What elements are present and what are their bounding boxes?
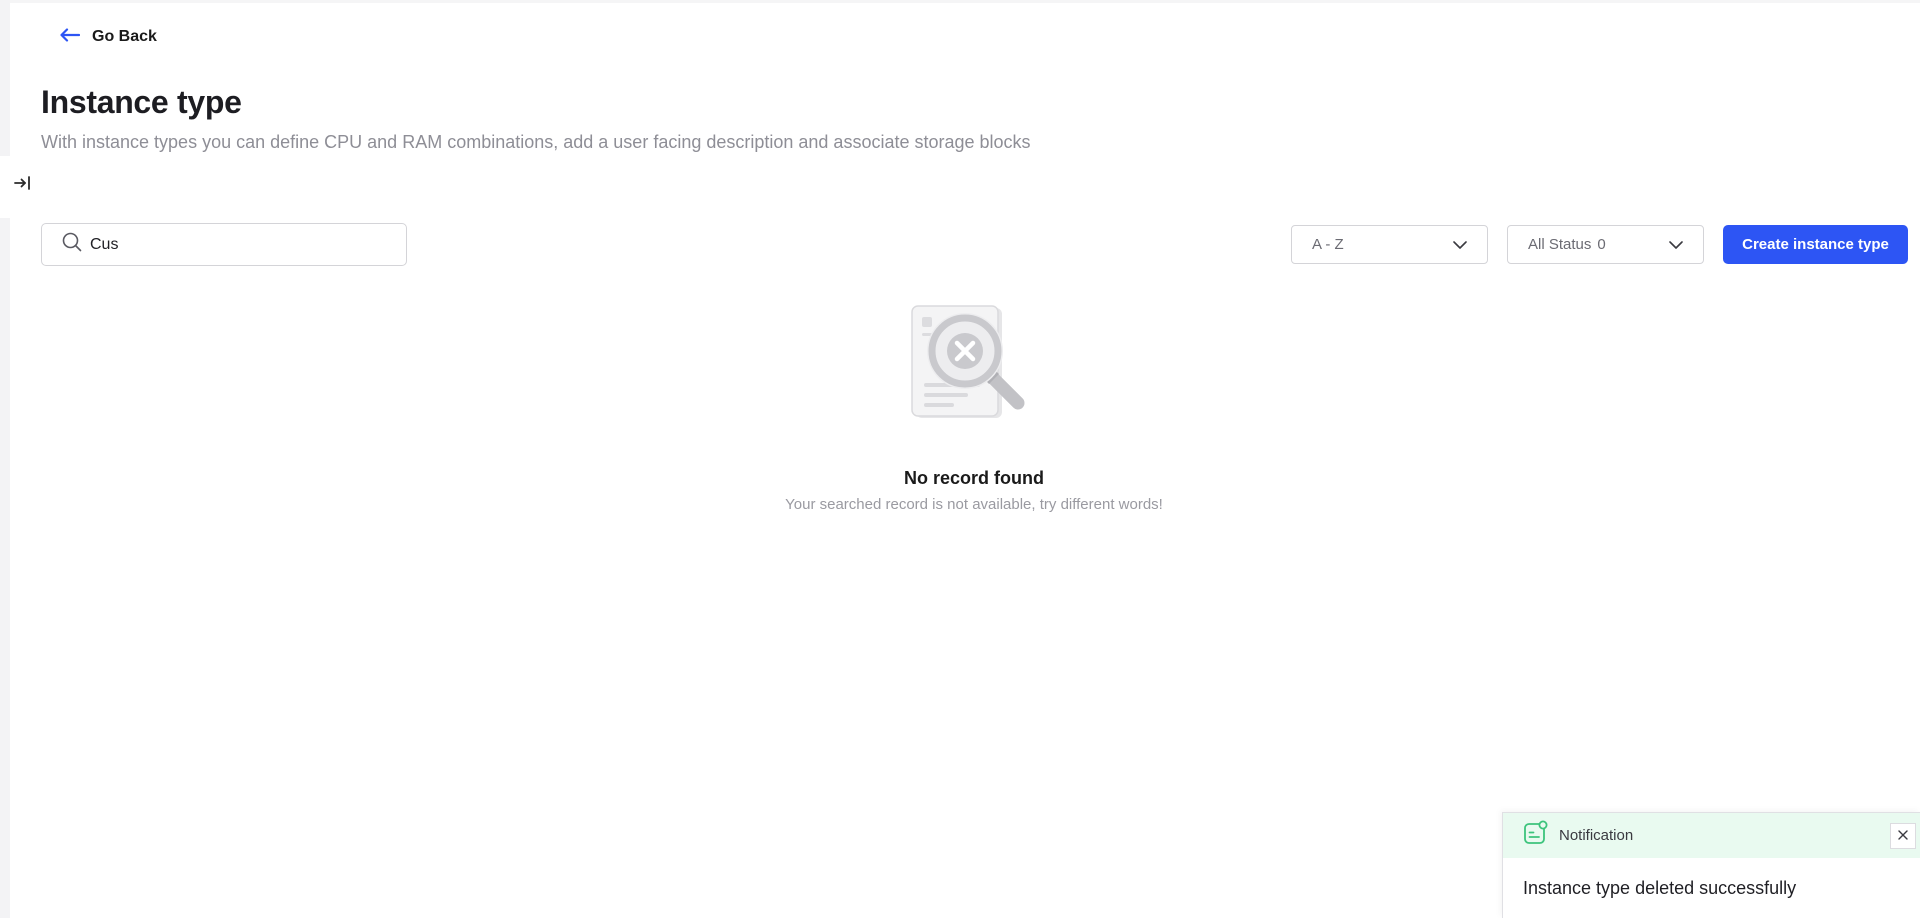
notification-title: Notification [1559,827,1634,844]
sort-select[interactable]: A - Z [1291,225,1488,264]
notification-header: Notification [1503,813,1920,858]
create-instance-type-button[interactable]: Create instance type [1723,225,1908,264]
notification-icon [1523,820,1549,851]
sidebar-toggle[interactable] [12,173,36,197]
close-icon [1898,827,1908,845]
collapse-sidebar-icon [14,175,34,195]
arrow-left-icon [60,27,81,47]
go-back-link[interactable]: Go Back [60,24,157,50]
chevron-down-icon [1669,236,1683,253]
notification-message: Instance type deleted successfully [1523,878,1797,898]
sidebar-rail-gap [0,156,10,218]
status-filter-value: All Status 0 [1528,236,1606,253]
chevron-down-icon [1453,236,1467,253]
top-strip [10,0,1920,3]
sidebar-collapsed [0,0,10,918]
sort-selected-value: A - Z [1312,236,1344,253]
page: Go Back Instance type With instance type… [0,0,1920,918]
status-filter-count: 0 [1597,236,1606,253]
empty-state-message: Your searched record is not available, t… [785,496,1163,513]
page-subtitle: With instance types you can define CPU a… [41,132,1031,152]
status-filter-label: All Status [1528,236,1592,253]
go-back-label: Go Back [92,28,157,45]
page-title: Instance type [41,84,242,120]
notification-toast: Notification Instance type deleted succe… [1502,812,1920,918]
empty-state-title: No record found [904,468,1044,488]
notification-close-button[interactable] [1890,823,1916,849]
no-results-magnifier-icon [910,305,1035,425]
search-box[interactable] [41,223,407,266]
search-input[interactable] [90,235,390,254]
search-icon [62,232,82,257]
status-filter-select[interactable]: All Status 0 [1507,225,1704,264]
